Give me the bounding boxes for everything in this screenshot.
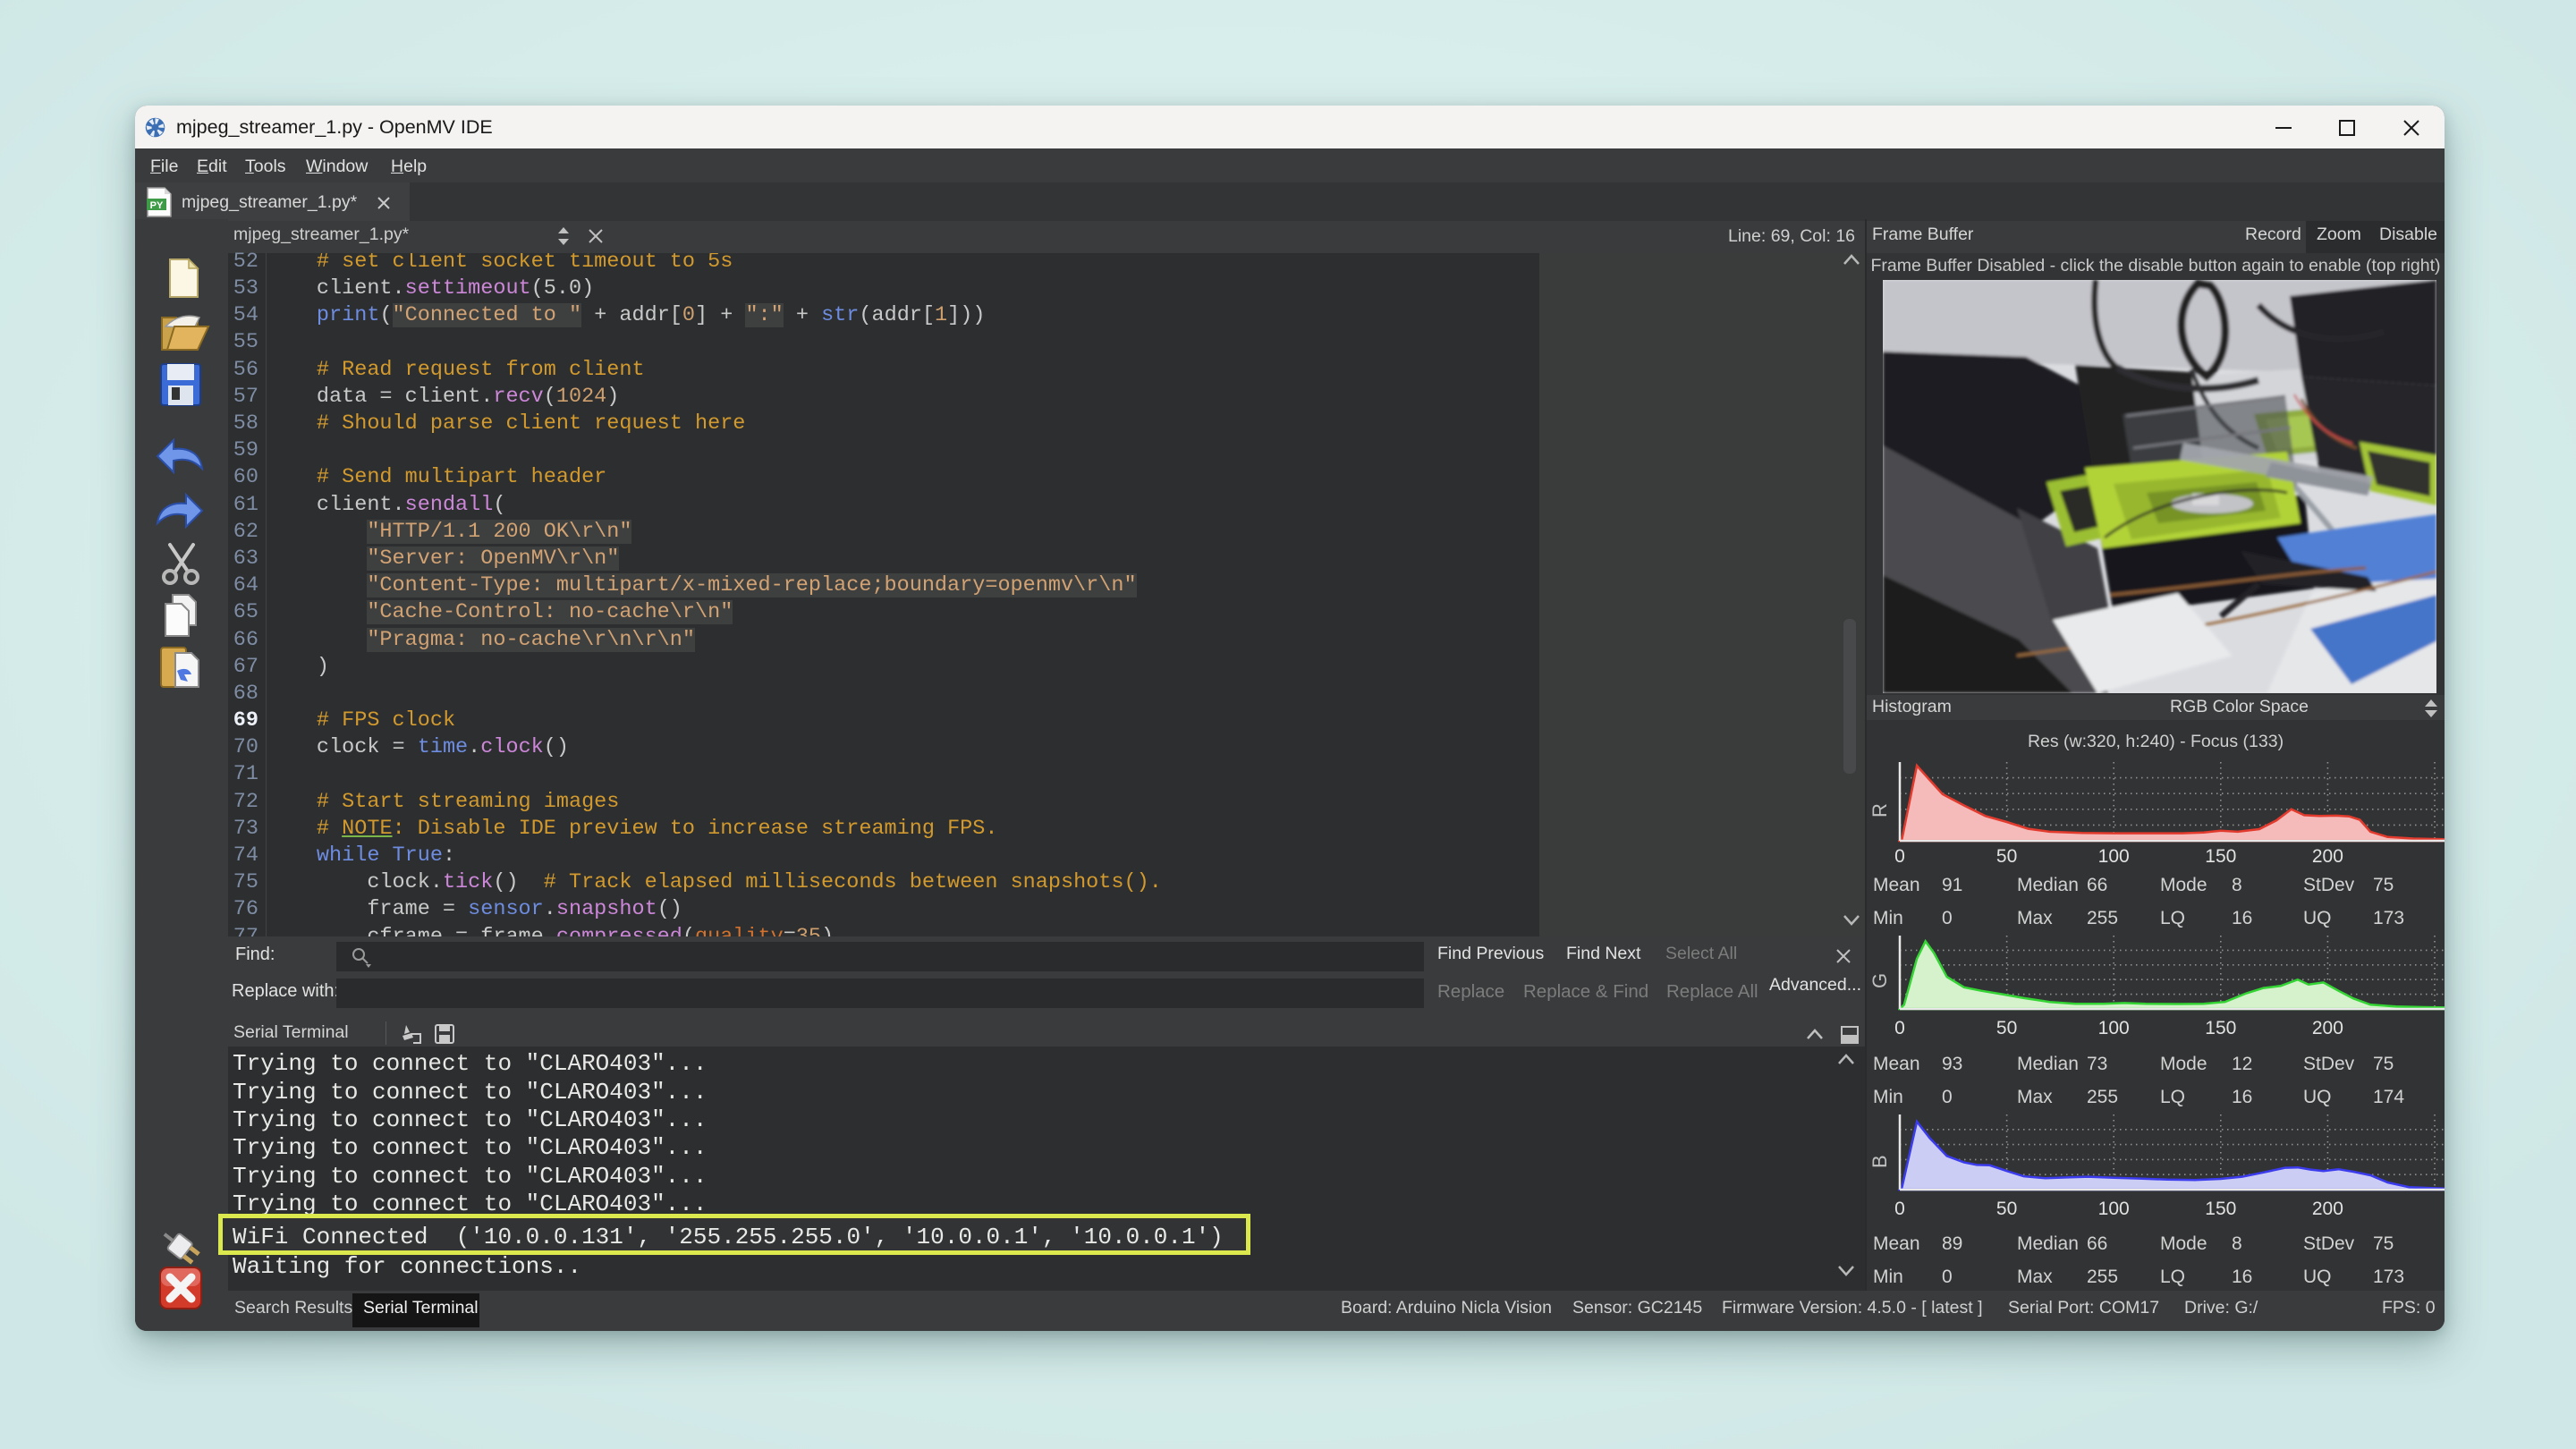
svg-text:PY: PY xyxy=(150,200,164,211)
